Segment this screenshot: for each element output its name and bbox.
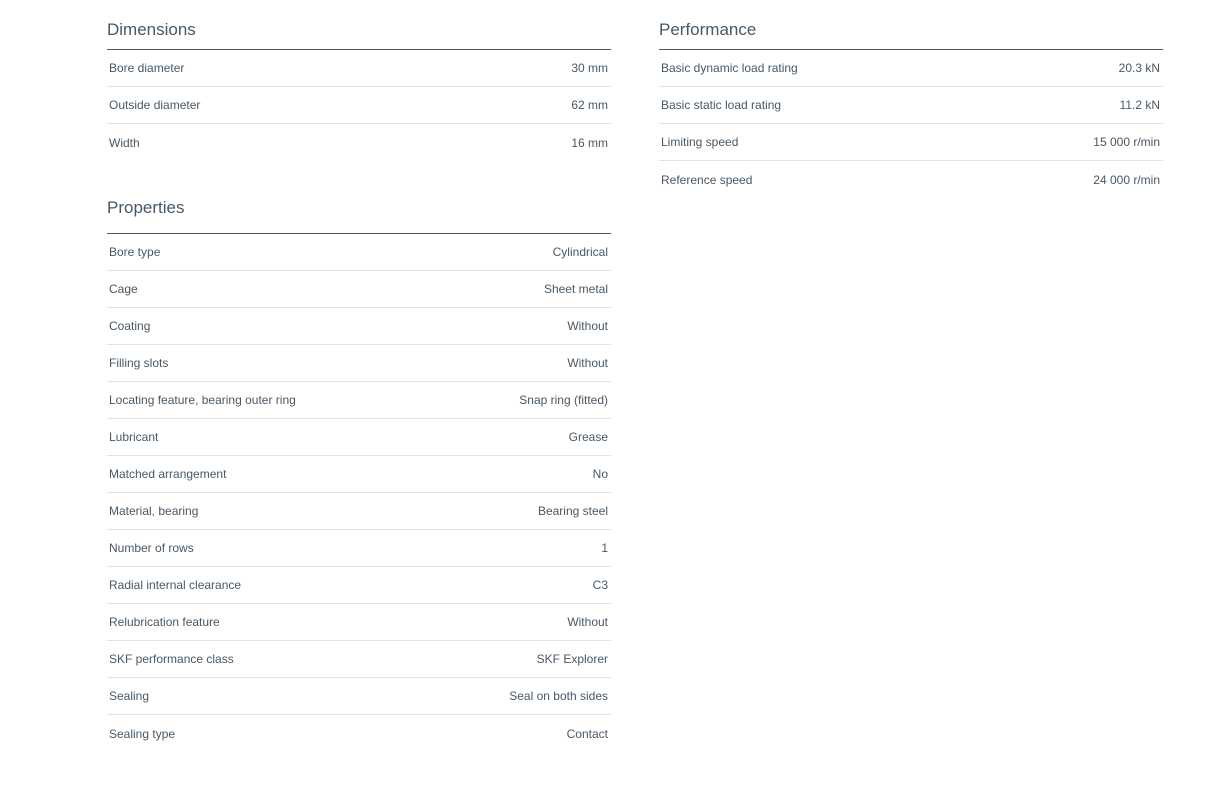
spec-row: Cage Sheet metal (107, 271, 611, 308)
spec-value: 11.2 kN (1119, 98, 1160, 112)
spec-value: Snap ring (fitted) (519, 393, 608, 407)
spec-row: Width 16 mm (107, 124, 611, 161)
spec-row: Reference speed 24 000 r/min (659, 161, 1163, 198)
spec-label: Relubrication feature (109, 615, 220, 629)
dimensions-title: Dimensions (107, 0, 611, 50)
spec-label: Reference speed (661, 172, 753, 187)
spec-label: Radial internal clearance (109, 578, 242, 592)
spec-row: Material, bearing Bearing steel (107, 493, 611, 530)
spec-label: Limiting speed (661, 135, 739, 149)
dimensions-section: Dimensions Bore diameter 30 mm Outside dia… (107, 0, 611, 161)
performance-section: Performance Basic dynamic load rating 20.… (659, 0, 1163, 198)
spec-row: Basic dynamic load rating 20.3 kN (659, 50, 1163, 87)
spec-label: Coating (109, 319, 151, 333)
dimensions-list: Bore diameter 30 mm Outside diameter 62 mm W… (107, 50, 611, 161)
spec-value: Without (567, 356, 608, 370)
spec-label: Outside diameter (109, 98, 201, 112)
left-column: Dimensions Bore diameter 30 mm Outside dia… (107, 0, 611, 752)
performance-title: Performance (659, 0, 1163, 50)
spec-row: Bore diameter 30 mm (107, 50, 611, 87)
spec-label: Sealing (109, 689, 150, 703)
spec-value: 16 mm (571, 135, 608, 150)
spec-row: Bore type Cylindrical (107, 234, 611, 271)
spec-value: Contact (566, 726, 608, 741)
spec-label: Lubricant (109, 430, 159, 444)
spec-value: Seal on both sides (509, 689, 608, 703)
spec-row: Basic static load rating 11.2 kN (659, 87, 1163, 124)
spec-row: Radial internal clearance C3 (107, 567, 611, 604)
spec-value: 20.3 kN (1118, 61, 1160, 75)
spec-value: Without (567, 319, 608, 333)
spec-value: Bearing steel (537, 504, 608, 518)
right-column: Performance Basic dynamic load rating 20.… (659, 0, 1163, 198)
spec-value: 30 mm (571, 61, 608, 75)
spec-label: Sealing type (109, 726, 176, 741)
spec-label: Bore diameter (109, 61, 185, 75)
properties-title: Properties (107, 184, 611, 234)
spec-value: 62 mm (571, 98, 608, 112)
spec-label: Bore type (109, 245, 161, 259)
spec-row: Lubricant Grease (107, 419, 611, 456)
properties-section: Properties Bore type Cylindrical Cage Sheet… (107, 184, 611, 752)
spec-label: Width (109, 135, 140, 150)
spec-row: Sealing Seal on both sides (107, 678, 611, 715)
spec-label: Matched arrangement (109, 467, 227, 481)
spec-value: Grease (568, 430, 608, 444)
spec-value: Cylindrical (552, 245, 608, 259)
spec-row: Filling slots Without (107, 345, 611, 382)
spec-value: SKF Explorer (536, 652, 608, 666)
spec-label: SKF performance class (109, 652, 234, 666)
spec-label: Basic dynamic load rating (661, 61, 798, 75)
spec-row: Coating Without (107, 308, 611, 345)
spec-label: Locating feature, bearing outer ring (109, 393, 296, 407)
performance-list: Basic dynamic load rating 20.3 kN Basic st… (659, 50, 1163, 198)
properties-list: Bore type Cylindrical Cage Sheet metal Coati… (107, 234, 611, 752)
spec-value: Without (567, 615, 608, 629)
spec-row: Outside diameter 62 mm (107, 87, 611, 124)
spec-label: Number of rows (109, 541, 194, 555)
spec-label: Material, bearing (109, 504, 199, 518)
spec-value: C3 (592, 578, 608, 592)
spec-value: 1 (601, 541, 608, 555)
spec-label: Basic static load rating (661, 98, 782, 112)
spec-value: No (592, 467, 608, 481)
spec-value: 15 000 r/min (1093, 135, 1160, 149)
spec-value: 24 000 r/min (1093, 172, 1160, 187)
spec-row: Locating feature, bearing outer ring Snap… (107, 382, 611, 419)
spec-value: Sheet metal (543, 282, 608, 296)
spec-label: Filling slots (109, 356, 169, 370)
spec-row: SKF performance class SKF Explorer (107, 641, 611, 678)
spec-row: Number of rows 1 (107, 530, 611, 567)
spec-row: Matched arrangement No (107, 456, 611, 493)
spec-row: Limiting speed 15 000 r/min (659, 124, 1163, 161)
spec-row: Relubrication feature Without (107, 604, 611, 641)
spec-row: Sealing type Contact (107, 715, 611, 752)
spec-label: Cage (109, 282, 138, 296)
